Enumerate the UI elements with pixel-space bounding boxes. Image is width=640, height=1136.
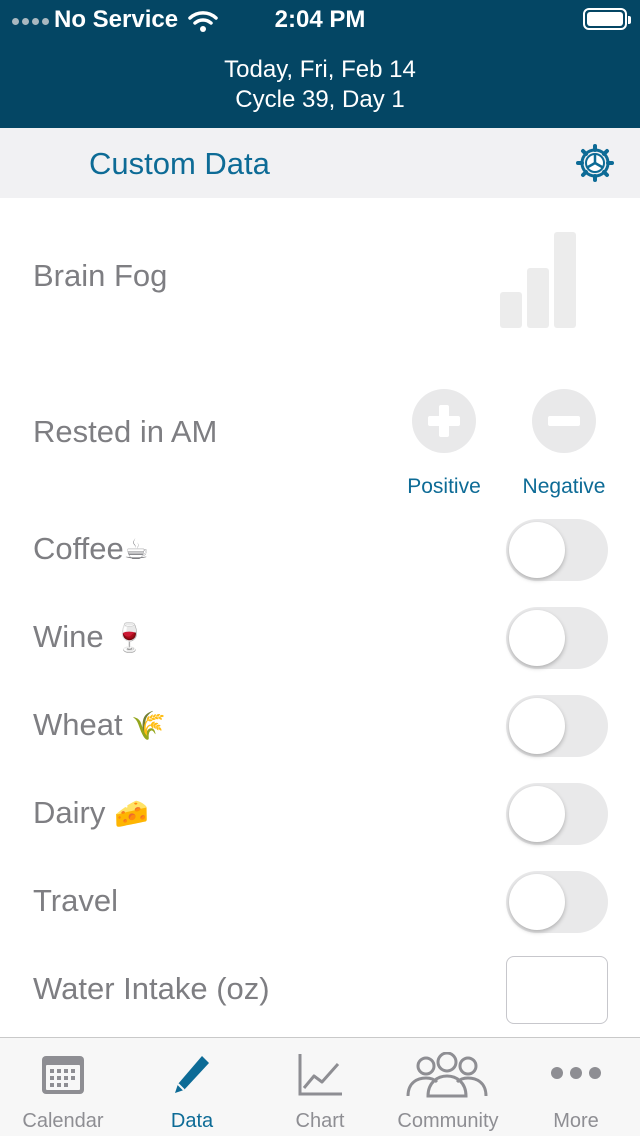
date-line[interactable]: Today, Fri, Feb 14 xyxy=(0,56,640,84)
tab-calendar[interactable]: Calendar xyxy=(0,1038,126,1136)
section-title: Custom Data xyxy=(89,146,270,181)
coffee-label: Coffee☕ xyxy=(33,531,149,566)
cheese-icon: 🧀 xyxy=(113,798,149,829)
water-intake-input[interactable] xyxy=(506,956,608,1024)
coffee-toggle[interactable] xyxy=(506,519,608,581)
tab-calendar-label: Calendar xyxy=(22,1110,104,1132)
positive-button[interactable] xyxy=(412,389,476,453)
wine-icon: 🍷 xyxy=(112,622,148,653)
positive-label: Positive xyxy=(407,475,481,498)
tab-bar: Calendar Data Chart Community More xyxy=(0,1037,640,1136)
tab-community-label: Community xyxy=(397,1110,499,1132)
status-bar: No Service 2:04 PM xyxy=(0,0,640,40)
bar-chart-icon[interactable] xyxy=(499,228,579,328)
top-header: No Service 2:04 PM Today, Fri, Feb 14 Cy… xyxy=(0,0,640,128)
calendar-icon xyxy=(42,1056,84,1094)
tab-community[interactable]: Community xyxy=(384,1038,512,1136)
dairy-label: Dairy 🧀 xyxy=(33,795,149,830)
cycle-line: Cycle 39, Day 1 xyxy=(235,86,405,113)
gear-icon[interactable] xyxy=(576,144,614,182)
tab-more-label: More xyxy=(553,1110,599,1132)
coffee-icon: ☕ xyxy=(123,534,149,565)
brain-fog-label: Brain Fog xyxy=(33,258,168,293)
people-icon xyxy=(406,1052,488,1098)
tab-more[interactable]: More xyxy=(512,1038,640,1136)
wheat-icon: 🌾 xyxy=(131,710,167,741)
tab-data[interactable]: Data xyxy=(128,1038,256,1136)
clock: 2:04 PM xyxy=(274,6,366,33)
wheat-toggle[interactable] xyxy=(506,695,608,757)
travel-label: Travel xyxy=(33,883,118,918)
wine-toggle[interactable] xyxy=(506,607,608,669)
line-chart-icon xyxy=(298,1054,342,1096)
more-dots-icon xyxy=(551,1067,601,1079)
wine-label: Wine 🍷 xyxy=(33,619,148,654)
water-intake-label: Water Intake (oz) xyxy=(33,971,270,1006)
tab-chart-label: Chart xyxy=(295,1110,345,1132)
battery-icon xyxy=(583,8,631,30)
dairy-toggle[interactable] xyxy=(506,783,608,845)
section-header: Custom Data xyxy=(0,128,640,198)
tab-data-label: Data xyxy=(170,1110,214,1132)
negative-label: Negative xyxy=(522,475,606,498)
travel-toggle[interactable] xyxy=(506,871,608,933)
rested-in-am-label: Rested in AM xyxy=(33,414,218,449)
pencil-icon xyxy=(175,1056,209,1093)
tab-chart[interactable]: Chart xyxy=(256,1038,384,1136)
negative-button[interactable] xyxy=(532,389,596,453)
wheat-label: Wheat 🌾 xyxy=(33,707,167,742)
